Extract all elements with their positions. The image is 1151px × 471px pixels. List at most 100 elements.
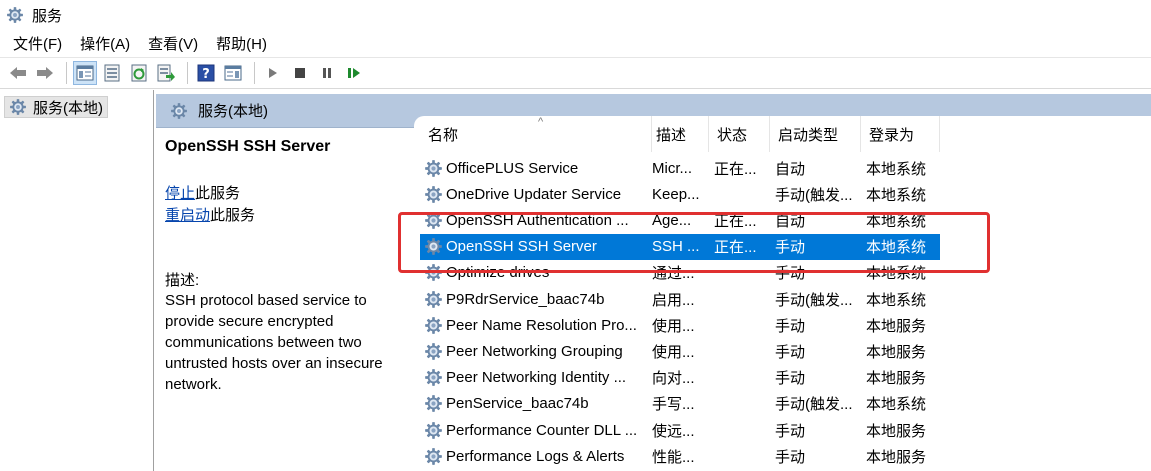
service-logon-as-cell: 本地系统 — [866, 186, 927, 204]
service-startup-type-cell: 手动(触发... — [775, 396, 853, 414]
service-gear-icon — [424, 316, 443, 335]
description-line: SSH protocol based service to — [165, 292, 367, 309]
service-gear-icon — [424, 368, 443, 387]
tree-item-services-local[interactable]: 服务(本地) — [4, 96, 108, 118]
service-description-cell: 使用... — [652, 343, 695, 361]
service-description-cell: 性能... — [652, 448, 695, 466]
service-name: P9RdrService_baac74b — [446, 290, 605, 308]
services-gear-icon — [9, 98, 27, 116]
description-line: untrusted hosts over an insecure — [165, 355, 383, 372]
service-row[interactable]: P9RdrService_baac74b 启用... 手动(触发... 本地系统 — [420, 286, 940, 312]
service-row[interactable]: Peer Networking Grouping 使用... 手动 本地服务 — [420, 338, 940, 364]
service-logon-as-cell: 本地服务 — [866, 422, 927, 440]
service-description-cell: Keep... — [652, 185, 700, 203]
service-logon-as-cell: 本地系统 — [866, 160, 927, 178]
service-row[interactable]: OfficePLUS Service Micr... 正在... 自动 本地系统 — [420, 155, 940, 181]
service-details-panel: OpenSSH SSH Server 停止此服务 重启动此服务 描述: SSH … — [156, 130, 412, 471]
service-gear-icon — [424, 290, 443, 309]
restart-service-icon[interactable] — [342, 61, 366, 85]
service-name-cell: Peer Name Resolution Pro... — [420, 312, 642, 338]
column-header-name[interactable]: 名称 ^ — [420, 116, 652, 152]
toolbar-separator — [187, 62, 188, 84]
service-status-cell — [714, 391, 770, 417]
description-line: network. — [165, 376, 222, 393]
service-name-cell: OfficePLUS Service — [420, 155, 642, 181]
service-description-cell: 向对... — [652, 370, 695, 388]
column-header-status[interactable]: 状态 — [709, 116, 770, 152]
stop-service-icon[interactable] — [288, 61, 312, 85]
service-logon-as-cell: 本地服务 — [866, 370, 927, 388]
service-gear-icon — [424, 185, 443, 204]
forward-arrow-icon[interactable] — [33, 61, 57, 85]
service-logon-as-cell: 本地系统 — [866, 396, 927, 414]
menu-action[interactable]: 操作(A) — [71, 33, 139, 54]
service-logon-as-cell: 本地服务 — [866, 317, 927, 335]
service-name-cell: Peer Networking Grouping — [420, 338, 642, 364]
column-header-status-label: 状态 — [717, 126, 748, 144]
column-header-logon-as[interactable]: 登录为 — [861, 116, 940, 152]
restart-link-suffix: 此服务 — [210, 207, 256, 224]
sort-ascending-icon: ^ — [538, 116, 544, 128]
refresh-icon[interactable] — [127, 61, 151, 85]
highlight-annotation-box — [398, 212, 990, 273]
menu-help[interactable]: 帮助(H) — [207, 33, 276, 54]
service-startup-type-cell: 手动 — [775, 422, 806, 440]
service-startup-type-cell: 手动 — [775, 343, 806, 361]
pause-service-icon[interactable] — [315, 61, 339, 85]
service-name: Peer Networking Identity ... — [446, 369, 627, 387]
service-startup-type-cell: 手动(触发... — [775, 186, 853, 204]
restart-service-link[interactable]: 重启动 — [165, 207, 210, 224]
service-row[interactable]: Performance Counter DLL ... 使远... 手动 本地服务 — [420, 417, 940, 443]
back-arrow-icon[interactable] — [6, 61, 30, 85]
service-row[interactable]: OneDrive Updater Service Keep... 手动(触发... 本… — [420, 181, 940, 207]
pane-header-title: 服务(本地) — [198, 103, 268, 120]
properties-icon[interactable] — [100, 61, 124, 85]
menu-view[interactable]: 查看(V) — [139, 33, 207, 54]
column-header-startup-type-label: 启动类型 — [778, 126, 839, 144]
service-row[interactable]: Performance Logs & Alerts 性能... 手动 本地服务 — [420, 443, 940, 469]
service-startup-type-cell: 手动 — [775, 317, 806, 335]
service-name: OfficePLUS Service — [446, 159, 579, 177]
menu-file[interactable]: 文件(F) — [4, 33, 71, 54]
start-service-icon[interactable] — [261, 61, 285, 85]
title-bar: 服务 — [0, 0, 1151, 30]
description-line: provide secure encrypted — [165, 313, 334, 330]
services-gear-icon — [6, 6, 24, 24]
column-header-startup-type[interactable]: 启动类型 — [770, 116, 861, 152]
service-status-cell — [714, 286, 770, 312]
service-name-cell: Performance Counter DLL ... — [420, 417, 642, 443]
service-row[interactable]: PenService_baac74b 手写... 手动(触发... 本地系统 — [420, 391, 940, 417]
service-gear-icon — [424, 159, 443, 178]
export-list-icon[interactable] — [154, 61, 178, 85]
service-description-cell: 使远... — [652, 422, 695, 440]
toolbar-separator — [254, 62, 255, 84]
service-name-cell: Performance Logs & Alerts — [420, 443, 642, 469]
description-label: 描述: — [165, 272, 200, 289]
service-status-cell — [714, 181, 770, 207]
service-logon-as-cell: 本地系统 — [866, 291, 927, 309]
service-gear-icon — [424, 394, 443, 413]
selected-service-name: OpenSSH SSH Server — [165, 138, 331, 155]
service-row[interactable]: Peer Name Resolution Pro... 使用... 手动 本地服务 — [420, 312, 940, 338]
service-startup-type-cell: 自动 — [775, 160, 806, 178]
show-hide-console-tree-icon[interactable] — [73, 61, 97, 85]
service-status-cell — [714, 338, 770, 364]
service-status-cell — [714, 417, 770, 443]
service-name-cell: OneDrive Updater Service — [420, 181, 642, 207]
column-header-name-label: 名称 — [428, 126, 459, 144]
console-tree: 服务(本地) — [0, 90, 154, 471]
service-description-cell: Micr... — [652, 159, 692, 177]
show-hide-action-pane-icon[interactable] — [221, 61, 245, 85]
toolbar-separator — [66, 62, 67, 84]
service-name: OneDrive Updater Service — [446, 185, 622, 203]
service-name-cell: Peer Networking Identity ... — [420, 365, 642, 391]
service-status-cell: 正在... — [714, 160, 757, 178]
services-gear-icon — [170, 102, 188, 120]
column-header-description[interactable]: 描述 — [648, 116, 709, 152]
service-row[interactable]: Peer Networking Identity ... 向对... 手动 本地服务 — [420, 365, 940, 391]
description-line: communications between two — [165, 334, 362, 351]
help-icon[interactable]: ? — [194, 61, 218, 85]
service-startup-type-cell: 手动 — [775, 370, 806, 388]
service-startup-type-cell: 手动(触发... — [775, 291, 853, 309]
stop-service-link[interactable]: 停止 — [165, 185, 195, 202]
